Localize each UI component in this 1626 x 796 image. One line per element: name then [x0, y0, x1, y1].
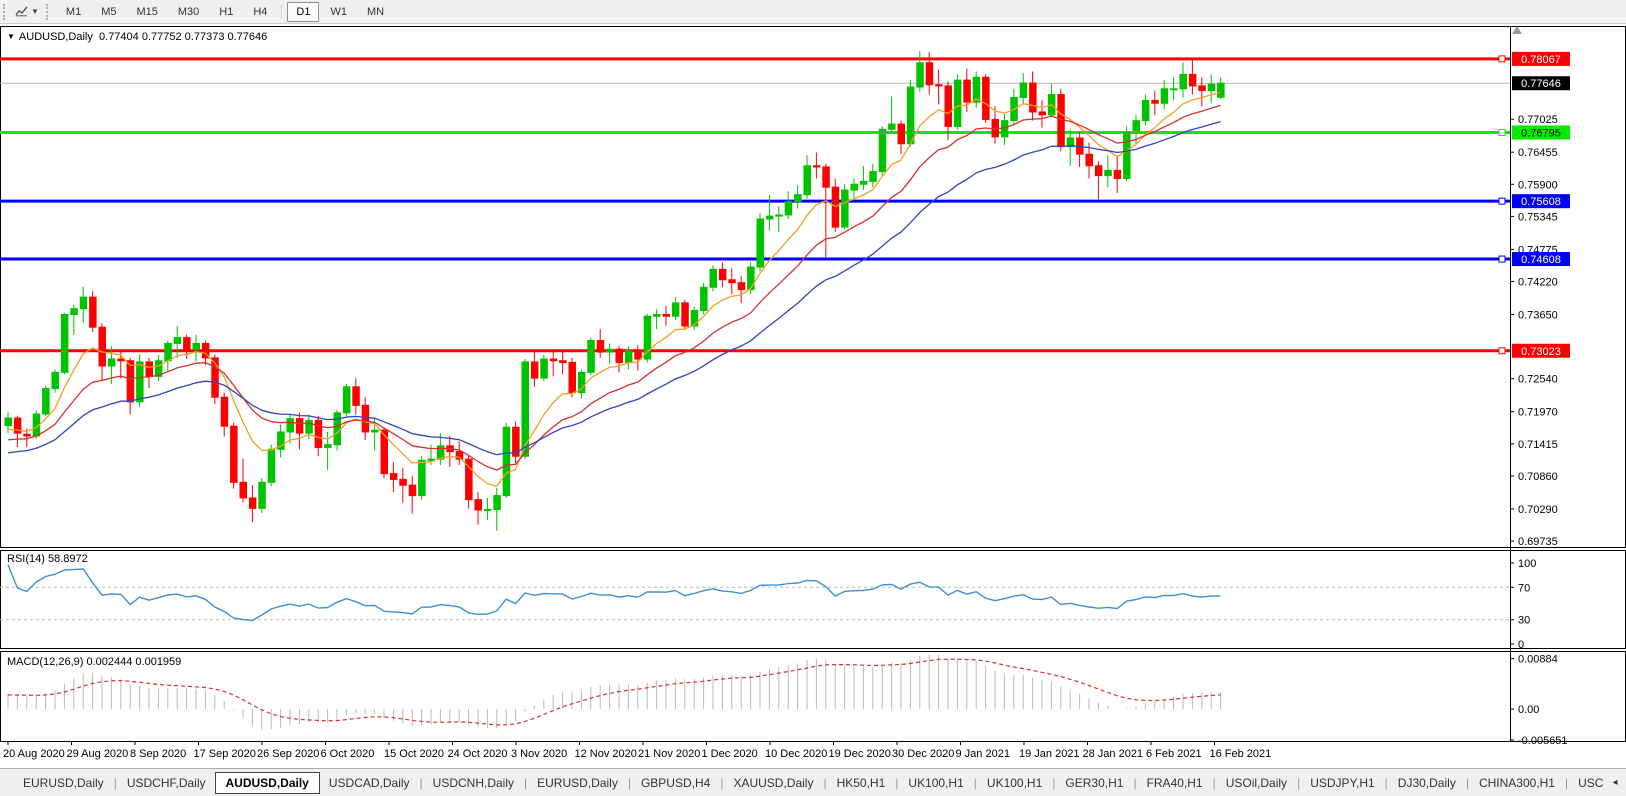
svg-text:0.75900: 0.75900: [1518, 179, 1558, 191]
tab-ger30-h1[interactable]: GER30,H1: [1056, 772, 1132, 794]
mt4-window: ▼ M1 M5 M15 M30 H1 H4 D1 W1 MN 0.77025 0.76455 0.7…: [0, 0, 1626, 796]
svg-text:0.75345: 0.75345: [1518, 211, 1558, 223]
svg-text:16 Feb 2021: 16 Feb 2021: [1210, 748, 1272, 760]
chart-tab-bar: EURUSD,Daily | USDCHF,Daily AUDUSD,Daily USD…: [0, 768, 1626, 796]
svg-text:70: 70: [1518, 582, 1530, 594]
svg-text:0.73023: 0.73023: [1521, 346, 1561, 358]
svg-text:0.74220: 0.74220: [1518, 276, 1558, 288]
svg-text:0.70860: 0.70860: [1518, 471, 1558, 483]
svg-text:0.00884: 0.00884: [1518, 654, 1558, 666]
tab-scroll-arrows: ◂ ▸: [1612, 777, 1626, 788]
chart-symbol: AUDUSD,Daily: [18, 31, 93, 43]
svg-text:0.76795: 0.76795: [1521, 127, 1561, 139]
svg-text:21 Nov 2020: 21 Nov 2020: [638, 748, 700, 760]
tab-xauusd-daily[interactable]: XAUUSD,Daily: [724, 772, 822, 794]
tab-uk100-h1[interactable]: UK100,H1: [899, 772, 972, 794]
svg-text:1 Dec 2020: 1 Dec 2020: [702, 748, 758, 760]
tab-scroll-left-icon[interactable]: ◂: [1612, 777, 1617, 788]
tab-audusd-daily[interactable]: AUDUSD,Daily: [214, 771, 320, 794]
svg-text:100: 100: [1518, 558, 1536, 570]
ohlc-high: 0.77752: [141, 31, 182, 43]
date-axis: 20 Aug 2020 29 Aug 2020 8 Sep 2020 17 Sep 2…: [3, 741, 1271, 760]
svg-text:3 Nov 2020: 3 Nov 2020: [511, 748, 567, 760]
tab-dj30-daily[interactable]: DJ30,Daily: [1389, 772, 1465, 794]
svg-text:0.74608: 0.74608: [1521, 254, 1561, 266]
svg-text:0.71970: 0.71970: [1518, 407, 1558, 419]
tab-eurusd-daily[interactable]: EURUSD,Daily: [14, 772, 113, 794]
svg-text:10 Dec 2020: 10 Dec 2020: [765, 748, 827, 760]
svg-text:0.76455: 0.76455: [1518, 147, 1558, 159]
svg-text:17 Sep 2020: 17 Sep 2020: [194, 748, 256, 760]
tab-uk100-h1[interactable]: UK100,H1: [978, 772, 1051, 794]
svg-text:0.70290: 0.70290: [1518, 504, 1558, 516]
tab-china300-h1[interactable]: CHINA300,H1: [1470, 772, 1564, 794]
svg-text:-0.005651: -0.005651: [1518, 735, 1568, 747]
svg-text:6 Oct 2020: 6 Oct 2020: [321, 748, 375, 760]
svg-text:0.69735: 0.69735: [1518, 536, 1558, 548]
svg-text:30: 30: [1518, 615, 1530, 627]
svg-text:0.75608: 0.75608: [1521, 196, 1561, 208]
svg-text:30 Dec 2020: 30 Dec 2020: [892, 748, 954, 760]
chart-canvas: 0.770250.764550.759000.753450.747750.742…: [0, 26, 1626, 760]
svg-text:0.71415: 0.71415: [1518, 439, 1558, 451]
tab-gbpusd-h4[interactable]: GBPUSD,H4: [632, 772, 719, 794]
svg-text:9 Jan 2021: 9 Jan 2021: [956, 748, 1010, 760]
svg-text:20 Aug 2020: 20 Aug 2020: [3, 748, 65, 760]
svg-text:6 Feb 2021: 6 Feb 2021: [1146, 748, 1202, 760]
tab-usdcnh-daily[interactable]: USDCNH,Daily: [424, 772, 523, 794]
svg-text:29 Aug 2020: 29 Aug 2020: [67, 748, 129, 760]
svg-text:8 Sep 2020: 8 Sep 2020: [130, 748, 186, 760]
collapse-triangle-icon[interactable]: ▼: [7, 32, 15, 41]
tab-hk50-h1[interactable]: HK50,H1: [828, 772, 895, 794]
svg-text:0.78067: 0.78067: [1521, 54, 1561, 66]
svg-text:0.00: 0.00: [1518, 704, 1539, 716]
rsi-indicator-label: RSI(14) 58.8972: [7, 553, 88, 565]
macd-indicator-label: MACD(12,26,9) 0.002444 0.001959: [7, 656, 182, 668]
svg-text:0.72540: 0.72540: [1518, 374, 1558, 386]
svg-text:19 Jan 2021: 19 Jan 2021: [1019, 748, 1080, 760]
tab-usdcad-daily[interactable]: USDCAD,Daily: [320, 772, 419, 794]
svg-text:19 Dec 2020: 19 Dec 2020: [829, 748, 891, 760]
svg-text:15 Oct 2020: 15 Oct 2020: [384, 748, 444, 760]
ohlc-open: 0.77404: [99, 31, 139, 43]
tab-usoil-daily[interactable]: USOil,Daily: [1217, 772, 1296, 794]
svg-text:12 Nov 2020: 12 Nov 2020: [575, 748, 637, 760]
svg-text:0.73650: 0.73650: [1518, 309, 1558, 321]
tab-usc[interactable]: USC: [1569, 772, 1612, 794]
svg-text:0.77646: 0.77646: [1521, 78, 1561, 90]
ohlc-close: 0.77646: [227, 31, 268, 43]
svg-text:28 Jan 2021: 28 Jan 2021: [1083, 748, 1144, 760]
tab-fra40-h1[interactable]: FRA40,H1: [1138, 772, 1212, 794]
chart-title: ▼ AUDUSD,Daily 0.77404 0.77752 0.77373 0.…: [7, 31, 267, 43]
chart-tabs: EURUSD,Daily | USDCHF,Daily AUDUSD,Daily USD…: [14, 771, 1612, 794]
ohlc-low: 0.77373: [184, 31, 225, 43]
svg-text:26 Sep 2020: 26 Sep 2020: [257, 748, 319, 760]
tab-usdchf-daily[interactable]: USDCHF,Daily: [118, 772, 215, 794]
svg-text:0: 0: [1518, 639, 1524, 651]
tab-eurusd-daily[interactable]: EURUSD,Daily: [528, 772, 627, 794]
tab-usdjpy-h1[interactable]: USDJPY,H1: [1301, 772, 1383, 794]
svg-text:24 Oct 2020: 24 Oct 2020: [448, 748, 508, 760]
svg-text:0.77025: 0.77025: [1518, 114, 1558, 126]
